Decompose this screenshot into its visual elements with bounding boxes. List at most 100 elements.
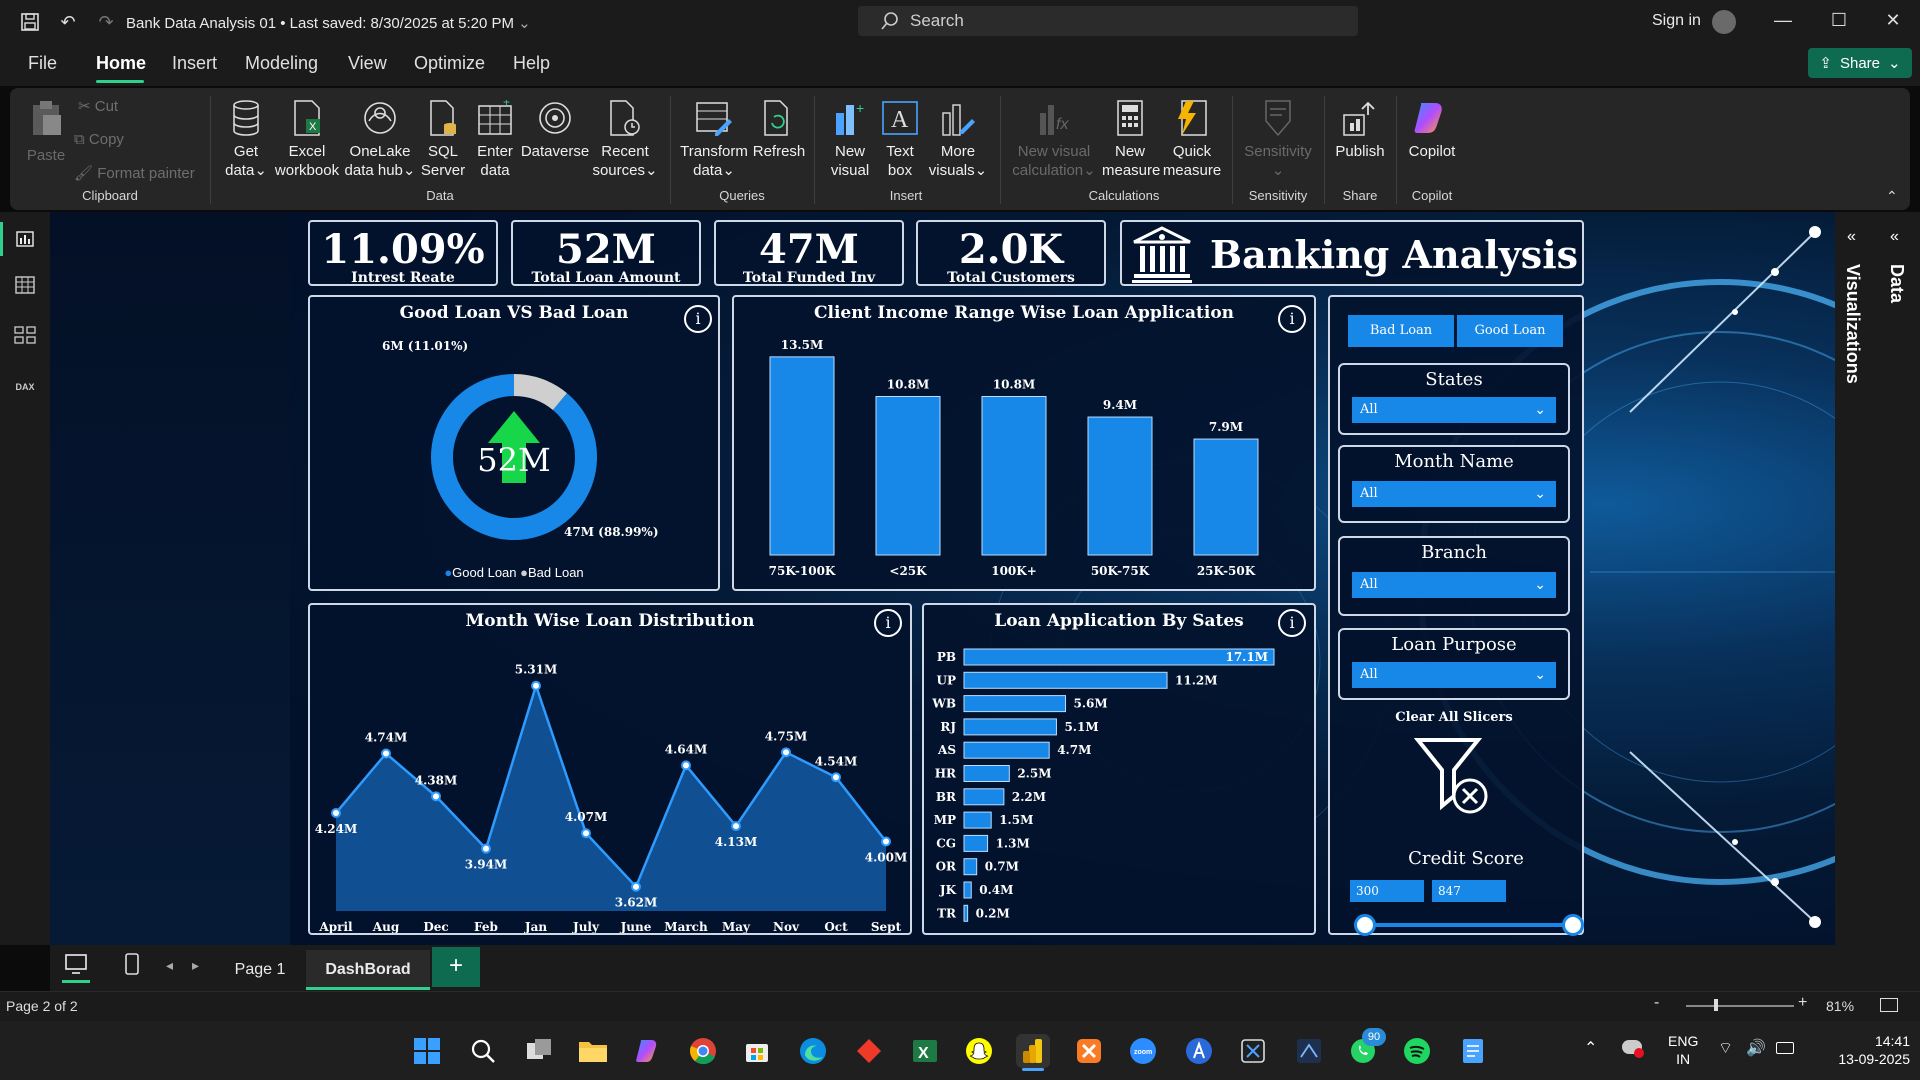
undo-icon[interactable]: ↶ <box>56 10 80 34</box>
edge-icon[interactable] <box>796 1034 830 1068</box>
add-page-button[interactable]: + <box>432 947 480 987</box>
refresh-button[interactable]: Refresh <box>750 98 808 161</box>
kpi-total-funded-card[interactable]: 47M Total Funded Inv <box>714 220 904 286</box>
zoom-in-button[interactable]: + <box>1798 994 1807 1012</box>
dataverse-button[interactable]: Dataverse <box>520 98 590 161</box>
zoom-slider-handle[interactable] <box>1714 999 1718 1011</box>
volume-icon[interactable]: 🔊 <box>1746 1038 1766 1058</box>
zoom-out-button[interactable]: - <box>1654 994 1659 1012</box>
collapse-data-icon[interactable]: « <box>1890 228 1899 246</box>
power-bi-icon[interactable] <box>1016 1034 1050 1068</box>
collapse-visualizations-icon[interactable]: « <box>1847 228 1856 246</box>
excel-taskbar-icon[interactable]: X <box>908 1034 942 1068</box>
get-data-button[interactable]: Get data⌄ <box>218 98 274 180</box>
credit-max-handle[interactable] <box>1562 914 1584 936</box>
credit-max-input[interactable]: 847 <box>1432 880 1506 902</box>
model-view-icon[interactable] <box>12 322 38 348</box>
snipping-tool-icon[interactable] <box>1236 1034 1270 1068</box>
menu-insert[interactable]: Insert <box>172 53 217 74</box>
more-visuals-button[interactable]: More visuals⌄ <box>926 98 990 180</box>
task-view-icon[interactable] <box>522 1034 556 1068</box>
zoom-level[interactable]: 81% <box>1826 998 1854 1014</box>
zoom-slider[interactable] <box>1686 1005 1794 1007</box>
xampp-icon[interactable] <box>1072 1034 1106 1068</box>
spotify-icon[interactable] <box>1400 1034 1434 1068</box>
quick-measure-button[interactable]: Quick measure <box>1160 98 1224 180</box>
credit-min-handle[interactable] <box>1354 914 1376 936</box>
menu-help[interactable]: Help <box>513 53 550 74</box>
language-indicator[interactable]: ENG IN <box>1668 1032 1698 1068</box>
data-pane-label[interactable]: Data <box>1886 264 1907 303</box>
menu-modeling[interactable]: Modeling <box>245 53 318 74</box>
prev-page-icon[interactable]: ◂ <box>166 957 173 974</box>
document-title[interactable]: Bank Data Analysis 01 • Last saved: 8/30… <box>126 14 531 32</box>
save-icon[interactable] <box>18 10 42 34</box>
start-icon[interactable] <box>410 1034 444 1068</box>
loan-by-states-visual[interactable]: Loan Application By Sates i PB 17.1M UP 11.… <box>922 603 1316 935</box>
next-page-icon[interactable]: ▸ <box>192 957 199 974</box>
store-icon[interactable] <box>740 1034 774 1068</box>
credit-min-input[interactable]: 300 <box>1350 880 1424 902</box>
blender-icon[interactable] <box>1292 1034 1326 1068</box>
publish-button[interactable]: Publish <box>1330 98 1390 161</box>
report-view-icon[interactable] <box>12 226 38 252</box>
battery-icon[interactable] <box>1776 1042 1794 1054</box>
recent-sources-button[interactable]: Recent sources⌄ <box>590 98 660 180</box>
branch-dropdown[interactable]: All ⌄ <box>1352 572 1556 598</box>
menu-file[interactable]: File <box>28 53 57 74</box>
close-icon[interactable]: ✕ <box>1878 10 1908 34</box>
kpi-interest-rate-card[interactable]: 11.09% Intrest Reate <box>308 220 498 286</box>
page-tab-dashboard[interactable]: DashBorad <box>306 950 430 990</box>
snapchat-icon[interactable] <box>962 1034 996 1068</box>
good-loan-toggle[interactable]: Good Loan <box>1457 315 1563 347</box>
bad-loan-toggle[interactable]: Bad Loan <box>1348 315 1454 347</box>
visualizations-pane-label[interactable]: Visualizations <box>1842 264 1863 384</box>
cut-button[interactable]: ✂ Cut <box>78 97 118 115</box>
anydesk-icon[interactable] <box>852 1034 886 1068</box>
copilot-taskbar-icon[interactable] <box>632 1034 666 1068</box>
chrome-icon[interactable] <box>686 1034 720 1068</box>
month-wise-visual[interactable]: Month Wise Loan Distribution i 4.24M Apri… <box>308 603 912 935</box>
excel-workbook-button[interactable]: X Excel workbook <box>272 98 342 180</box>
avatar-icon[interactable] <box>1712 10 1736 34</box>
search-input[interactable]: Search <box>858 6 1358 36</box>
income-range-visual[interactable]: Client Income Range Wise Loan Applicatio… <box>732 295 1316 591</box>
new-measure-button[interactable]: New measure <box>1102 98 1160 180</box>
menu-home[interactable]: Home <box>96 53 146 74</box>
text-box-button[interactable]: A Text box <box>878 98 922 180</box>
wifi-icon[interactable]: ⌔ <box>1718 1038 1733 1058</box>
loan-purpose-dropdown[interactable]: All ⌄ <box>1352 662 1556 688</box>
menu-optimize[interactable]: Optimize <box>414 53 485 74</box>
fit-to-page-icon[interactable] <box>1880 998 1898 1012</box>
onelake-button[interactable]: OneLake data hub⌄ <box>340 98 420 180</box>
desktop-layout-icon[interactable] <box>64 953 92 979</box>
menu-view[interactable]: View <box>348 53 387 74</box>
share-button[interactable]: ⇪ Share ⌄ <box>1808 48 1912 78</box>
enter-data-button[interactable]: + Enter data <box>470 98 520 180</box>
kpi-total-loan-card[interactable]: 52M Total Loan Amount <box>511 220 701 286</box>
transform-data-button[interactable]: Transform data⌄ <box>678 98 750 180</box>
table-view-icon[interactable] <box>12 272 38 298</box>
search-taskbar-icon[interactable] <box>466 1034 500 1068</box>
tray-overflow-icon[interactable]: ⌃ <box>1584 1038 1597 1058</box>
mobile-layout-icon[interactable] <box>124 953 140 980</box>
format-painter-button[interactable]: 🖌 Format painter <box>74 164 195 182</box>
sign-in-button[interactable]: Sign in <box>1652 12 1701 30</box>
sensitivity-button[interactable]: Sensitivity ⌄ <box>1240 98 1316 180</box>
month-dropdown[interactable]: All ⌄ <box>1352 481 1556 507</box>
redo-icon[interactable]: ↷ <box>94 10 118 34</box>
new-visual-button[interactable]: + New visual <box>822 98 878 180</box>
collapse-ribbon-icon[interactable]: ⌃ <box>1886 188 1898 205</box>
notepad-icon[interactable] <box>1456 1034 1490 1068</box>
clock[interactable]: 14:41 13-09-2025 <box>1810 1032 1910 1068</box>
states-dropdown[interactable]: All ⌄ <box>1352 397 1556 423</box>
zoom-icon[interactable]: zoom <box>1126 1034 1160 1068</box>
kpi-total-customers-card[interactable]: 2.0K Total Customers <box>916 220 1106 286</box>
page-tab-1[interactable]: Page 1 <box>220 950 300 990</box>
sql-server-button[interactable]: SQL Server <box>418 98 468 180</box>
good-vs-bad-loan-visual[interactable]: Good Loan VS Bad Loan i 52M 6M (11.01%) … <box>308 295 720 591</box>
dax-query-view-icon[interactable]: DAX <box>12 374 38 400</box>
copy-button[interactable]: ⧉ Copy <box>74 131 124 148</box>
paste-button[interactable]: Paste <box>22 98 70 165</box>
minimize-icon[interactable]: — <box>1768 10 1798 34</box>
